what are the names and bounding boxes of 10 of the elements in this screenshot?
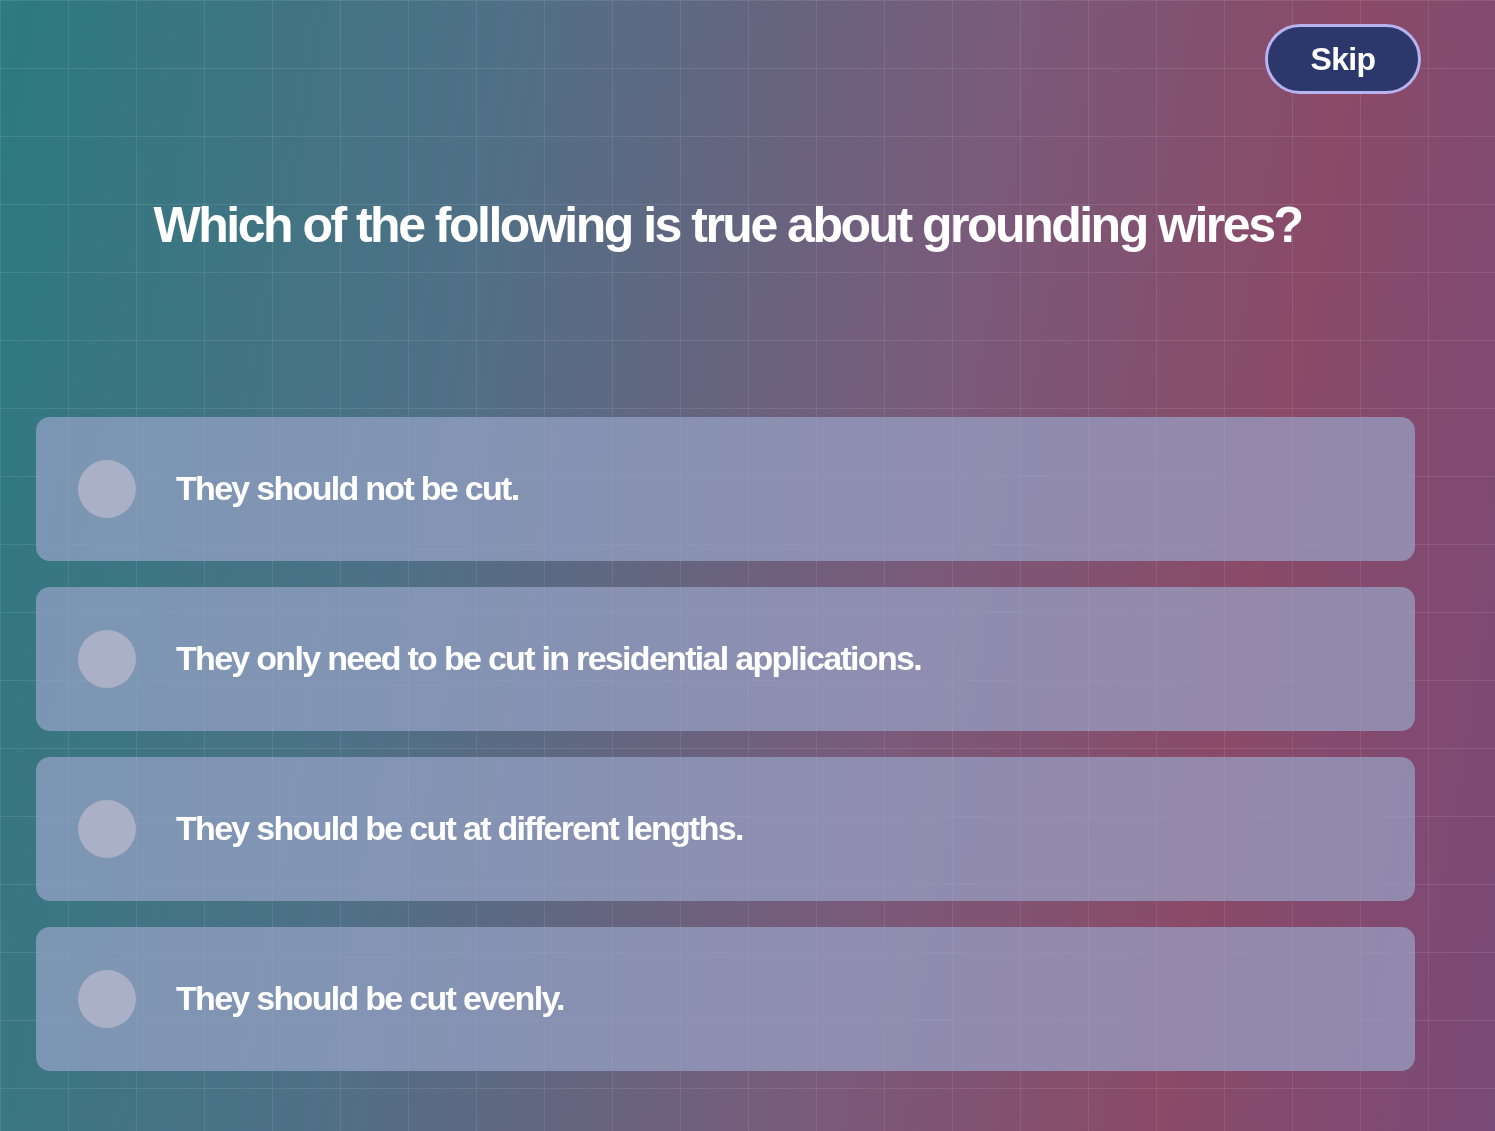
answer-option[interactable]: They should not be cut. xyxy=(36,416,1415,561)
option-text: They should be cut at different lengths. xyxy=(176,808,743,849)
option-text: They should be cut evenly. xyxy=(176,978,564,1019)
option-text: They should not be cut. xyxy=(176,468,519,509)
answer-option[interactable]: They only need to be cut in residential applications. xyxy=(36,586,1415,731)
answer-option[interactable]: They should be cut at different lengths. xyxy=(36,756,1415,901)
option-text: They only need to be cut in residential applications. xyxy=(176,638,921,679)
answer-option[interactable]: They should be cut evenly. xyxy=(36,926,1415,1071)
skip-button[interactable]: Skip xyxy=(1265,24,1421,94)
question-text: Which of the following is true about grounding wires? xyxy=(153,196,1302,255)
